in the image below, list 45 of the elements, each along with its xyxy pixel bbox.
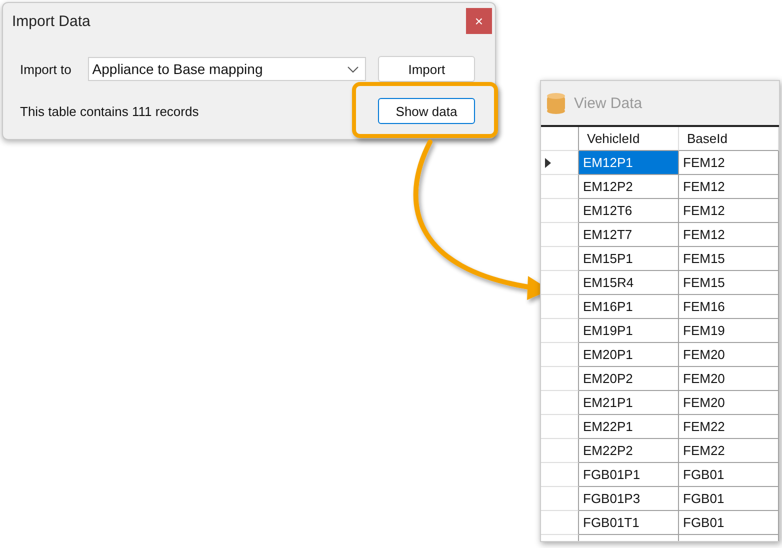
table-cell: FGB01T1	[579, 511, 679, 535]
table-cell: EM20P1	[579, 343, 679, 367]
import-label: Import to	[20, 62, 72, 76]
row-pointer-icon	[545, 158, 551, 168]
table-cell: FEM20	[679, 343, 779, 367]
table-cell: FEM12	[679, 199, 779, 223]
database-icon	[546, 92, 566, 114]
table-cell: FEM16	[679, 295, 779, 319]
show-data-button[interactable]: Show data	[378, 98, 475, 124]
table-cell: EM20P2	[579, 367, 679, 391]
table-cell: FEM12	[679, 151, 779, 175]
window-title: Import Data	[12, 12, 90, 30]
table-cell: FEM15	[679, 271, 779, 295]
table-cell: EM22P1	[579, 415, 679, 439]
table-cell: FEM22	[679, 439, 779, 463]
table-cell: FGB01	[679, 463, 779, 487]
import-button[interactable]: Import	[378, 56, 475, 82]
table-cell: FGB01P1	[579, 463, 679, 487]
target-dropdown[interactable]: Appliance to Base mapping	[88, 57, 366, 81]
column-header[interactable]: BaseId	[679, 127, 779, 151]
table-cell: EM15P1	[579, 247, 679, 271]
table-cell: FEM22	[679, 415, 779, 439]
table-cell: EM19P1	[579, 319, 679, 343]
table-cell: FEM12	[679, 223, 779, 247]
table-cell: FGB01	[679, 487, 779, 511]
record-count-text: This table contains 111 records	[20, 104, 200, 118]
table-cell: FEM19	[679, 319, 779, 343]
table-cell: FGB01	[679, 511, 779, 535]
table-cell: FGB01P3	[579, 487, 679, 511]
table-cell: EM16P1	[579, 295, 679, 319]
table-cell: FEM20	[679, 391, 779, 415]
table-cell: EM21P1	[579, 391, 679, 415]
table-cell: EM22P2	[579, 439, 679, 463]
table-cell: FEM20	[679, 367, 779, 391]
table-cell: EM12T6	[579, 199, 679, 223]
table-cell: FEM15	[679, 247, 779, 271]
table-cell: FEM12	[679, 175, 779, 199]
column-header[interactable]: VehicleId	[579, 127, 679, 151]
chevron-icon	[347, 66, 360, 72]
window-title: View Data	[574, 94, 642, 112]
table-cell: EM12T7	[579, 223, 679, 247]
table-cell: EM15R4	[579, 271, 679, 295]
table-cell: EM12P1	[579, 151, 679, 175]
table-cell: EM12P2	[579, 175, 679, 199]
close-button[interactable]: ×	[466, 8, 492, 34]
